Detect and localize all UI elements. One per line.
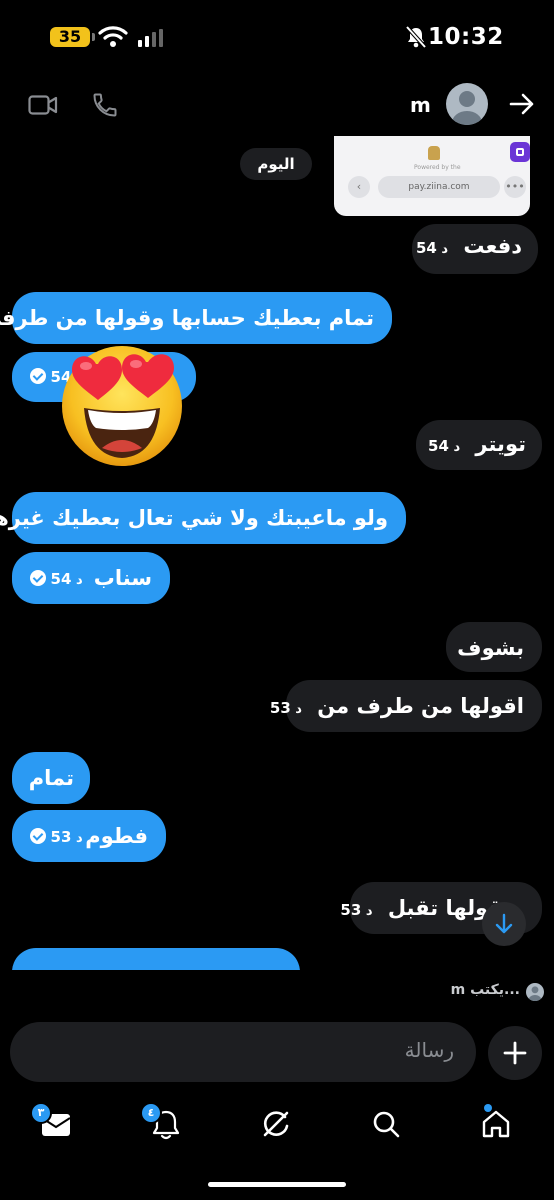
tab-notifications[interactable]: ٤ [140,1102,186,1144]
message-list[interactable]: Powered by the ‹ pay.ziina.com ••• اليوم… [0,136,554,970]
browser-back-icon: ‹ [348,176,370,198]
read-check-icon [30,570,46,586]
screenshot-caption: Powered by the [414,164,461,171]
message-timestamp: 54 د [30,570,83,589]
message-text: تويتر [475,432,526,456]
tab-home[interactable] [476,1104,516,1144]
screenshot-url: pay.ziina.com [378,176,500,198]
read-check-icon [30,368,46,384]
home-icon [482,1110,510,1138]
message-received[interactable]: بشوف [446,622,542,672]
tab-search[interactable] [366,1104,406,1144]
tab-messages[interactable]: ٣ [30,1102,76,1144]
message-timestamp: 54 د [428,437,461,455]
message-sent[interactable]: تمام [12,752,90,804]
tab-grok[interactable] [256,1104,296,1144]
home-indicator [208,1182,346,1187]
status-bar: 35 10:32 [0,0,554,76]
message-timestamp: 53 د [30,828,83,847]
message-text: فطوم [85,824,148,848]
typing-avatar [526,983,544,1001]
home-unread-dot [484,1104,492,1112]
message-text: تمام بعطيك حسابها وقولها من طرفي [0,306,374,330]
emblem-icon [428,146,440,160]
plus-icon [503,1041,527,1065]
notifications-badge: ٤ [140,1102,162,1124]
contact-name[interactable]: m [410,93,431,117]
shared-screenshot-image[interactable]: Powered by the ‹ pay.ziina.com ••• [334,136,530,216]
message-sent[interactable]: ولو ماعيبتك ولا شي تعال بعطيك غيرها [0,492,406,544]
battery-indicator: 35 [50,27,95,47]
typing-user-name: m [450,982,466,998]
message-received[interactable]: اقولها من طرف من 53 د [270,680,542,732]
typing-indicator: ...يكتب m [450,982,546,1002]
contact-avatar[interactable] [446,83,488,125]
clock: 10:32 [428,24,504,50]
default-avatar-icon [528,986,542,1001]
message-sent[interactable] [12,948,300,970]
message-composer[interactable]: رسالة [10,1022,476,1082]
read-check-icon [30,828,46,844]
conversation-header: m [0,76,554,136]
message-received[interactable]: دفعت 54 د [412,224,538,274]
phone-call-icon[interactable] [91,91,119,119]
signal-icon [138,29,163,47]
app-badge-icon [510,142,530,162]
day-separator: اليوم [240,148,312,180]
grok-icon [263,1111,289,1137]
silent-mode-icon [406,26,426,48]
message-text: بشوف [457,636,524,660]
message-timestamp: 53 د [269,699,302,717]
message-received[interactable]: تويتر 54 د [416,420,542,470]
scroll-to-bottom-button[interactable] [482,902,526,946]
message-text: دفعت [463,234,522,258]
add-attachment-button[interactable] [488,1026,542,1080]
back-arrow-icon[interactable] [508,92,536,116]
message-input[interactable]: رسالة [405,1038,454,1062]
messages-badge: ٣ [30,1102,52,1124]
wifi-icon [98,26,128,47]
typing-label: ...يكتب [470,982,520,998]
video-call-icon[interactable] [28,94,58,116]
message-sent[interactable]: فطوم 53 د [12,810,166,862]
message-text: اقولها من طرف من [317,694,524,718]
more-icon: ••• [504,176,526,198]
message-text: تمام [28,766,74,790]
default-avatar-icon [452,91,482,125]
message-sent[interactable]: تمام بعطيك حسابها وقولها من طرفي [0,292,392,344]
message-text: سناب [93,566,152,590]
message-text: ولو ماعيبتك ولا شي تعال بعطيك غيرها [0,506,388,530]
heart-eyes-emoji-icon [62,346,182,466]
search-icon [373,1111,400,1138]
message-timestamp: 53 د [340,901,373,919]
arrow-down-icon [495,913,513,934]
message-timestamp: 54 د [415,239,449,257]
bottom-tab-bar: ٣ ٤ [0,1094,554,1164]
message-sent[interactable]: سناب 54 د [12,552,170,604]
